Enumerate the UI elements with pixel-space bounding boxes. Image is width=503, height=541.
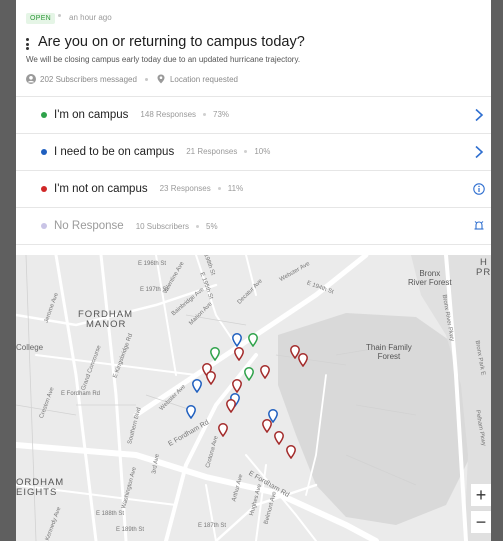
map-area-label: EIGHTS — [16, 487, 58, 498]
response-label: I need to be on campus — [54, 145, 175, 158]
park-label: Thain Family Forest — [366, 343, 412, 361]
map-pin-red[interactable] — [262, 419, 272, 433]
location-requested: Location requested — [169, 74, 239, 84]
map-pin-red[interactable] — [206, 371, 216, 385]
status-dot — [41, 185, 47, 192]
response-label: No Response — [54, 220, 124, 232]
map-pin-red[interactable] — [218, 423, 228, 437]
separator-dot — [144, 77, 148, 81]
street-label: E 196th St — [138, 261, 167, 267]
status-dot — [41, 223, 47, 229]
map-pin-green[interactable] — [244, 367, 254, 381]
response-count: 148 Responses — [140, 110, 197, 119]
response-percent: 10% — [254, 147, 271, 156]
place-label: College — [16, 343, 44, 352]
map-pin-red[interactable] — [234, 347, 244, 361]
response-count: 10 Subscribers — [135, 221, 190, 231]
response-label: I'm not on campus — [54, 182, 148, 195]
subscribers-messaged: 202 Subscribers messaged — [40, 74, 137, 84]
zoom-out-button[interactable]: − — [471, 510, 491, 533]
street-label: E 189th St — [116, 527, 145, 533]
response-row-on-campus[interactable]: I'm on campus 148 Responses 73% — [16, 96, 491, 132]
response-percent: 11% — [227, 184, 244, 193]
status-dot — [41, 148, 47, 155]
response-stats: 148 Responses 73% — [140, 110, 229, 119]
map-pin-green[interactable] — [248, 333, 258, 347]
more-options-icon[interactable] — [26, 38, 29, 50]
response-label: I'm on campus — [54, 108, 129, 121]
poll-header: OPEN an hour ago Are you on or returning… — [16, 0, 491, 96]
poll-meta: 202 Subscribers messaged Location reques… — [26, 74, 238, 84]
response-stats: 23 Responses 11% — [160, 184, 244, 193]
poll-subtitle: We will be closing campus early today du… — [26, 55, 301, 64]
street-label: E Fordham Rd — [61, 391, 101, 397]
response-row-need-campus[interactable]: I need to be on campus 21 Responses 10% — [16, 133, 491, 169]
map-pin-red[interactable] — [226, 399, 236, 413]
response-row-no-response[interactable]: No Response 10 Subscribers 5% — [16, 207, 491, 245]
map-pin-red[interactable] — [260, 365, 270, 379]
street-label: E 188th St — [96, 511, 125, 517]
map-pin-green[interactable] — [210, 347, 220, 361]
map-pin-red[interactable] — [274, 431, 284, 445]
separator-dot — [244, 150, 248, 153]
separator-dot — [58, 14, 61, 17]
river-label-line: River Forest — [408, 278, 452, 287]
chevron-right-icon[interactable] — [473, 108, 485, 122]
response-count: 21 Responses — [186, 147, 238, 156]
alarm-icon[interactable] — [473, 219, 485, 233]
map-pin-red[interactable] — [298, 353, 308, 367]
edge-label: PR — [476, 267, 491, 278]
response-row-not-campus[interactable]: I'm not on campus 23 Responses 11% — [16, 170, 491, 206]
campus-map[interactable]: FORDHAM MANOR ORDHAM EIGHTS Thain Family… — [16, 255, 491, 541]
response-stats: 21 Responses 10% — [186, 147, 270, 156]
park-label-line: Forest — [377, 352, 401, 361]
poll-card: OPEN an hour ago Are you on or returning… — [16, 0, 491, 541]
timestamp: an hour ago — [69, 13, 112, 22]
poll-title: Are you on or returning to campus today? — [38, 34, 305, 50]
river-label-line: Bronx — [419, 269, 441, 278]
street-label: E 187th St — [198, 523, 227, 529]
separator-dot — [217, 187, 221, 190]
response-percent: 73% — [213, 110, 230, 119]
map-pin-blue[interactable] — [186, 405, 196, 419]
response-percent: 5% — [206, 221, 218, 231]
info-icon[interactable] — [473, 182, 485, 196]
river-label: Bronx River Forest — [408, 269, 452, 287]
chevron-right-icon[interactable] — [473, 145, 485, 159]
separator-dot — [203, 113, 207, 116]
response-stats: 10 Subscribers 5% — [136, 222, 218, 231]
separator-dot — [196, 224, 200, 228]
location-pin-icon — [157, 74, 165, 84]
person-icon — [26, 74, 36, 84]
status-badge: OPEN — [26, 13, 56, 24]
response-count: 23 Responses — [159, 184, 211, 193]
map-pin-red[interactable] — [286, 445, 296, 459]
park-label-line: Thain Family — [366, 343, 412, 352]
map-area-label: MANOR — [86, 319, 127, 330]
map-pin-blue[interactable] — [232, 333, 242, 347]
map-pin-blue[interactable] — [192, 379, 202, 393]
zoom-in-button[interactable]: + — [471, 484, 491, 506]
status-dot — [41, 111, 47, 118]
map-pin-red[interactable] — [232, 379, 242, 393]
